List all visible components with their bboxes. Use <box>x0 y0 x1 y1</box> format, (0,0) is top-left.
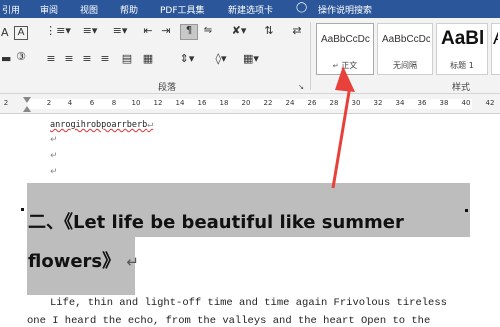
hanging-indent-marker-icon[interactable] <box>23 106 31 112</box>
show-marks-icon[interactable]: ¶ <box>180 24 198 40</box>
line-spacing-icon[interactable]: ⇕▾ <box>174 52 200 66</box>
align-right-icon[interactable]: ≡ <box>80 52 94 66</box>
borders-icon[interactable]: ▦▾ <box>238 52 264 66</box>
style-card-partial[interactable]: A <box>491 23 500 75</box>
list-marker-icon <box>465 209 468 212</box>
increase-indent-icon[interactable]: ⇥ <box>158 24 174 40</box>
multilevel-list-icon[interactable]: ≡▾ <box>106 24 134 40</box>
ruler-tick: 6 <box>89 99 95 107</box>
heading-line-1[interactable]: 二、《Let life be beautiful like summer <box>28 208 404 234</box>
paragraph-mark: ↵ <box>50 167 58 177</box>
ruler-tick: 38 <box>439 99 449 107</box>
style-name-no-spacing: 无间隔 <box>393 61 417 70</box>
ruler-tick: 42 <box>485 99 495 107</box>
style-name-heading-1: 标题 1 <box>450 61 474 70</box>
paragraph-mark: ↵ <box>50 135 58 145</box>
bullets-icon[interactable]: ⋮≡▾ <box>44 24 72 40</box>
ruler-tick: 22 <box>263 99 273 107</box>
lightbulb-icon: ◯ <box>296 2 308 13</box>
group-divider <box>310 22 311 90</box>
ruler-tick: 40 <box>461 99 471 107</box>
style-card-heading-1[interactable]: AaBl 标题 1 <box>436 23 488 75</box>
paragraph-mark: ↵ <box>50 151 58 161</box>
style-name-normal: ↵ 正文 <box>332 61 358 70</box>
numbering-icon[interactable]: ≡▾ <box>76 24 104 40</box>
ruler-tick: 24 <box>285 99 295 107</box>
menu-new-tab[interactable]: 新建选项卡 <box>228 3 273 16</box>
distributed-icon[interactable]: ▤ <box>118 52 136 66</box>
ruler-tick: 36 <box>417 99 427 107</box>
ruler-tick: 16 <box>197 99 207 107</box>
menu-tell-me[interactable]: 操作说明搜索 <box>318 3 372 16</box>
shading-icon[interactable]: ◊▾ <box>208 52 234 66</box>
ruler-tick: 28 <box>329 99 339 107</box>
style-card-no-spacing[interactable]: AaBbCcDc 无间隔 <box>377 23 433 75</box>
text-effect-icon[interactable]: ▬ <box>0 52 11 66</box>
justify-icon[interactable]: ≡ <box>98 52 112 66</box>
ruler-tick: 4 <box>67 99 73 107</box>
align-center-icon[interactable]: ≡ <box>62 52 76 66</box>
horizontal-ruler[interactable]: 2 2 4 6 8 10 12 14 16 18 20 22 24 26 28 … <box>0 94 500 114</box>
ruler-tick: 30 <box>351 99 361 107</box>
align-left-icon[interactable]: ≡ <box>44 52 58 66</box>
styles-group-label: 样式 <box>452 83 471 93</box>
style-sample-no-spacing: AaBbCcDc <box>382 34 430 45</box>
paragraph-dialog-launcher-icon[interactable]: ↘ <box>296 80 306 91</box>
menu-references[interactable]: 引用 <box>2 3 20 16</box>
sort-icon[interactable]: ✘▾ <box>226 24 252 40</box>
ruler-tick: 8 <box>111 99 117 107</box>
style-sample-partial: A <box>493 28 498 50</box>
chinese-layout-icon[interactable]: ⇅ <box>262 24 276 40</box>
body-text-line-1[interactable]: Life, thin and light-off time and time a… <box>50 297 447 309</box>
menu-bar: 引用 审阅 视图 帮助 PDF工具集 新建选项卡 ◯ 操作说明搜索 <box>0 0 500 18</box>
text-line[interactable]: anrogihrobpoarrberb↵ <box>50 119 153 130</box>
menu-review[interactable]: 审阅 <box>40 3 58 16</box>
decrease-indent-icon[interactable]: ⇤ <box>140 24 156 40</box>
ruler-tick: 20 <box>241 99 251 107</box>
ruler-tick: 34 <box>395 99 405 107</box>
style-card-normal[interactable]: AaBbCcDc ↵ 正文 <box>316 23 374 75</box>
ruler-tick: 32 <box>373 99 383 107</box>
ruler-tick: 2 <box>46 99 52 107</box>
ruler-tick: 12 <box>153 99 163 107</box>
ruler-tick: 10 <box>131 99 141 107</box>
ribbon: A A ▬ ③ ⋮≡▾ ≡▾ ≡▾ ⇤ ⇥ ¶ ⇋ ✘▾ ⇅ ⇄ ≡ ≡ ≡ ≡… <box>0 18 500 94</box>
menu-help[interactable]: 帮助 <box>120 3 138 16</box>
paragraph-group-label: 段落 <box>158 83 177 93</box>
style-sample-normal: AaBbCcDc <box>321 34 370 45</box>
heading-line-2[interactable]: flowers》 ↵ <box>28 247 139 273</box>
font-size-icon[interactable]: A <box>0 26 9 40</box>
asian-layout-icon[interactable]: ⇄ <box>290 24 304 40</box>
ruler-tick: 14 <box>175 99 185 107</box>
text-direction-icon[interactable]: ⇋ <box>200 24 216 40</box>
menu-pdf-tools[interactable]: PDF工具集 <box>160 3 205 16</box>
first-line-indent-marker-icon[interactable] <box>23 97 31 103</box>
ruler-tick: 2 <box>3 99 9 107</box>
enclose-char-icon[interactable]: ③ <box>14 50 28 64</box>
menu-view[interactable]: 视图 <box>80 3 98 16</box>
list-marker-icon <box>21 208 24 211</box>
char-border-icon[interactable]: A <box>14 26 28 40</box>
body-text-line-2[interactable]: one I heard the echo, from the valleys a… <box>27 315 430 327</box>
ruler-tick: 26 <box>307 99 317 107</box>
columns-icon[interactable]: ▦ <box>140 52 156 66</box>
ruler-tick: 18 <box>219 99 229 107</box>
style-sample-heading-1: AaBl <box>441 28 485 49</box>
document-page[interactable]: anrogihrobpoarrberb↵ ↵ ↵ ↵ 二、《Let life b… <box>0 115 500 327</box>
